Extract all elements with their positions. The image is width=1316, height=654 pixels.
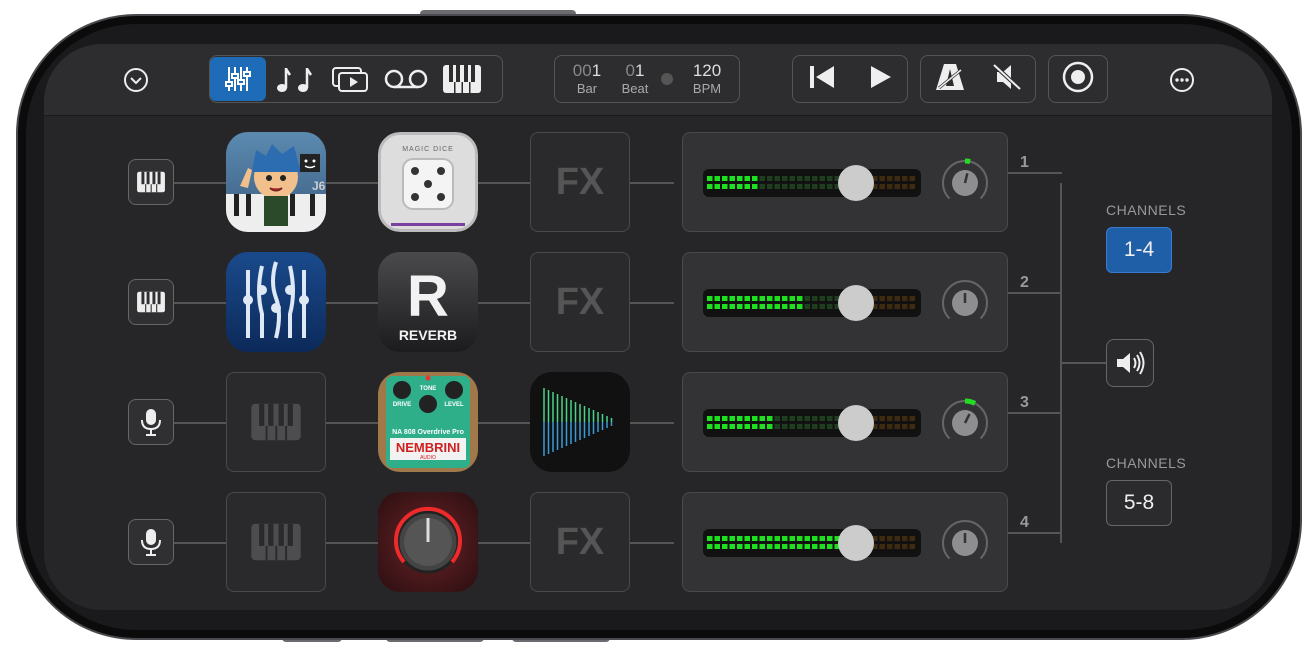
output-button[interactable]: [1106, 339, 1154, 387]
app-screen: 001 Bar 01 Beat 120 BPM J6 MAGIC DICE FX…: [44, 44, 1272, 610]
channel-number: 2: [1020, 274, 1029, 291]
more-icon[interactable]: [1168, 66, 1196, 94]
level-meter: [703, 289, 921, 317]
skip-back-button[interactable]: [808, 64, 838, 95]
beat-counter: 01 Beat: [621, 61, 649, 96]
fx-slot[interactable]: FX: [530, 132, 630, 232]
speaker-icon: [1117, 351, 1145, 375]
fx-slot[interactable]: FX: [530, 492, 630, 592]
overdrive-pedal-app-icon[interactable]: DRIVE TONE LEVEL NA 808 Overdrive Pro NEMBRI…: [378, 372, 478, 472]
channel-number: 4: [1020, 514, 1029, 531]
mute-icon: [992, 63, 1022, 90]
record-icon: [1062, 61, 1094, 92]
toolbar: 001 Bar 01 Beat 120 BPM: [44, 44, 1272, 116]
channels-5-8-button[interactable]: 5-8: [1106, 480, 1172, 526]
record-button[interactable]: [1061, 60, 1095, 99]
channel-strip: [682, 252, 1008, 352]
mixer-icon: [225, 67, 251, 91]
channels-1-4-button[interactable]: 1-4: [1106, 227, 1172, 273]
channel-output-line: [1008, 412, 1062, 414]
mic-source-button[interactable]: [128, 519, 174, 565]
tab-clip-player[interactable]: [322, 57, 378, 101]
fx-slot[interactable]: FX: [530, 252, 630, 352]
microphone-icon: [139, 527, 163, 557]
view-tab-group: [209, 55, 503, 103]
svg-text:TONE: TONE: [420, 386, 437, 392]
channel-number: 3: [1020, 394, 1029, 411]
metronome-controls: [920, 55, 1036, 103]
svg-text:R: R: [407, 264, 449, 329]
svg-text:LEVEL: LEVEL: [444, 402, 464, 408]
jr-synth-app-icon[interactable]: J6: [226, 132, 326, 232]
instrument-slot[interactable]: [226, 492, 326, 592]
play-button[interactable]: [867, 64, 893, 95]
channel-number: 1: [1020, 154, 1029, 171]
volume-fader[interactable]: [837, 285, 874, 321]
svg-text:NEMBRINI: NEMBRINI: [396, 440, 460, 455]
volume-fader[interactable]: [837, 525, 874, 561]
keyboard-placeholder-icon: [250, 522, 302, 562]
level-meter: [703, 529, 921, 557]
transport-controls: [792, 55, 908, 103]
channel-strip: [682, 492, 1008, 592]
tab-notes[interactable]: [266, 57, 322, 101]
channel-output-line: [1008, 532, 1062, 534]
red-knob-app-icon[interactable]: [378, 492, 478, 592]
pan-knob[interactable]: [939, 397, 991, 449]
tape-recorder-icon: [384, 69, 428, 89]
bar-counter: 001 Bar: [572, 61, 602, 96]
chevron-down-circle-icon[interactable]: [122, 66, 150, 94]
clip-player-icon: [332, 67, 368, 92]
metronome-button[interactable]: [933, 62, 967, 97]
pan-knob[interactable]: [939, 157, 991, 209]
reverb-app-icon[interactable]: R REVERB: [378, 252, 478, 352]
pan-knob[interactable]: [939, 517, 991, 569]
beat-indicator: [661, 73, 673, 85]
play-icon: [870, 65, 891, 88]
tab-tape-recorder[interactable]: [378, 57, 434, 101]
channel-strip: [682, 372, 1008, 472]
mute-button[interactable]: [991, 62, 1023, 97]
channel-output-line: [1008, 292, 1062, 294]
keyboard-icon: [443, 65, 481, 93]
transport-counter[interactable]: 001 Bar 01 Beat 120 BPM: [554, 55, 740, 103]
level-meter: [703, 169, 921, 197]
volume-fader[interactable]: [837, 165, 874, 201]
notes-icon: [277, 68, 313, 92]
mic-source-button[interactable]: [128, 399, 174, 445]
fx-waveform-app-icon[interactable]: [530, 372, 630, 472]
channels-label: CHANNELS: [1106, 202, 1187, 218]
tab-keyboard[interactable]: [434, 57, 490, 101]
ripplemaker-app-icon[interactable]: [226, 252, 326, 352]
volume-fader[interactable]: [837, 405, 874, 441]
svg-text:J6: J6: [312, 179, 326, 193]
midi-source-button[interactable]: [128, 279, 174, 325]
svg-text:NA 808 Overdrive Pro: NA 808 Overdrive Pro: [392, 429, 464, 436]
tempo-display[interactable]: 120 BPM: [681, 61, 733, 96]
microphone-icon: [139, 407, 163, 437]
svg-text:MAGIC DICE: MAGIC DICE: [402, 146, 454, 153]
svg-text:DRIVE: DRIVE: [393, 402, 411, 408]
channel-strip: [682, 132, 1008, 232]
keyboard-icon: [136, 171, 166, 193]
pan-knob[interactable]: [939, 277, 991, 329]
channel-output-line: [1008, 172, 1062, 174]
instrument-slot[interactable]: [226, 372, 326, 472]
bus-connector: [1060, 362, 1106, 364]
channels-label: CHANNELS: [1106, 455, 1187, 471]
level-meter: [703, 409, 921, 437]
svg-text:REVERB: REVERB: [399, 327, 457, 343]
skip-back-icon: [809, 65, 834, 88]
metronome-icon: [936, 63, 964, 90]
keyboard-placeholder-icon: [250, 402, 302, 442]
record-control: [1048, 55, 1108, 103]
keyboard-icon: [136, 291, 166, 313]
tab-mixer[interactable]: [210, 57, 266, 101]
midi-source-button[interactable]: [128, 159, 174, 205]
magic-dice-app-icon[interactable]: MAGIC DICE: [378, 132, 478, 232]
svg-text:AUDIO: AUDIO: [420, 455, 436, 461]
